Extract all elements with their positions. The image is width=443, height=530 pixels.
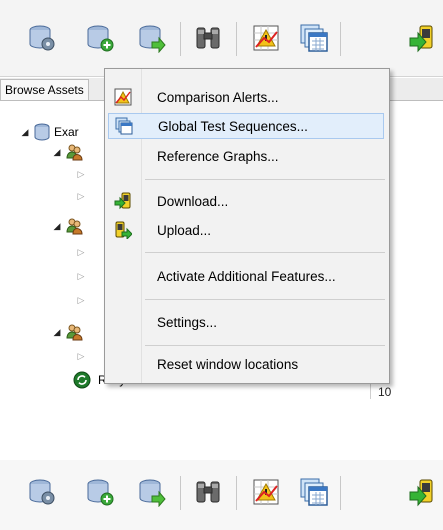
collapse-twisty[interactable]: ▷ [76, 247, 86, 258]
tree-row-child[interactable]: ▷ [76, 347, 86, 365]
tree-row-group[interactable]: ◢ [52, 323, 86, 341]
add-database-button[interactable] [80, 472, 120, 512]
expand-twisty[interactable]: ◢ [52, 221, 62, 232]
toolbar-separator [340, 476, 341, 510]
binoculars-icon [196, 481, 220, 503]
download-button[interactable] [402, 18, 442, 58]
toolbar-separator [236, 476, 237, 510]
expand-twisty[interactable]: ◢ [20, 127, 30, 138]
collapse-twisty[interactable]: ▷ [76, 295, 86, 306]
users-group-icon [66, 324, 83, 341]
main-toolbar-default-state [0, 460, 443, 530]
global-test-sequences-button[interactable] [294, 18, 334, 58]
menu-separator [145, 299, 385, 300]
recycle-bin-icon [73, 371, 91, 389]
find-button[interactable] [188, 18, 228, 58]
comparison-alerts-icon [253, 25, 279, 51]
global-test-sequences-icon [300, 24, 328, 52]
upload-icon [115, 221, 132, 239]
comparison-alerts-icon [114, 88, 132, 106]
download-icon [409, 25, 433, 53]
find-button[interactable] [188, 472, 228, 512]
binoculars-icon [196, 27, 220, 49]
collapse-twisty[interactable]: ▷ [76, 191, 86, 202]
database-settings-button[interactable] [22, 18, 62, 58]
menu-separator [145, 252, 385, 253]
main-toolbar [0, 0, 443, 77]
menu-item-comparison-alerts[interactable]: Comparison Alerts... [108, 84, 384, 110]
expand-twisty[interactable]: ◢ [52, 327, 62, 338]
download-button[interactable] [402, 472, 442, 512]
menu-separator [145, 345, 385, 346]
whitespace-gap [0, 400, 380, 460]
database-export-icon [139, 479, 166, 507]
tools-dropdown-menu: Comparison Alerts... Global Test Sequenc… [104, 68, 390, 384]
toolbar-separator [180, 476, 181, 510]
collapse-twisty[interactable]: ▷ [76, 271, 86, 282]
menu-item-global-test-sequences[interactable]: Global Test Sequences... [108, 113, 384, 139]
tree-row-child[interactable]: ▷ [76, 187, 86, 205]
database-settings-icon [29, 25, 55, 51]
collapse-twisty[interactable]: ▷ [76, 169, 86, 180]
global-test-sequences-icon [300, 478, 328, 506]
export-database-button[interactable] [132, 18, 172, 58]
column-value: 10 [378, 385, 392, 399]
tree-root-label: Exar [54, 125, 79, 139]
database-add-icon [87, 479, 114, 506]
users-group-icon [66, 144, 83, 161]
tree-row-child[interactable]: ▷ [76, 165, 86, 183]
database-add-icon [87, 25, 114, 52]
toolbar-separator [236, 22, 237, 56]
menu-item-activate-features[interactable]: Activate Additional Features... [108, 263, 384, 289]
database-settings-button[interactable] [22, 472, 62, 512]
tree-row-child[interactable]: ▷ [76, 267, 86, 285]
download-icon [409, 479, 433, 507]
menu-separator [145, 179, 385, 180]
database-export-icon [139, 25, 166, 53]
tree-row-group[interactable]: ◢ [52, 143, 86, 161]
export-database-button[interactable] [132, 472, 172, 512]
tree-row-root[interactable]: ◢ Exar [20, 123, 79, 141]
menu-item-reset-window-locations[interactable]: Reset window locations [108, 351, 384, 377]
menu-item-reference-graphs[interactable]: Reference Graphs... [108, 143, 384, 169]
menu-item-upload[interactable]: Upload... [108, 217, 384, 243]
comparison-alerts-icon [253, 479, 279, 505]
tree-row-child[interactable]: ▷ [76, 243, 86, 261]
collapse-twisty[interactable]: ▷ [76, 351, 86, 362]
users-group-icon [66, 218, 83, 235]
database-settings-icon [29, 479, 55, 505]
menu-item-settings[interactable]: Settings... [108, 309, 384, 335]
database-icon [34, 123, 50, 141]
comparison-alerts-button[interactable] [246, 472, 286, 512]
add-database-button[interactable] [80, 18, 120, 58]
tab-browse-assets[interactable]: Browse Assets [0, 79, 89, 100]
comparison-alerts-button[interactable] [246, 18, 286, 58]
toolbar-separator [180, 22, 181, 56]
global-test-sequences-icon [115, 117, 133, 135]
global-test-sequences-button[interactable] [294, 472, 334, 512]
expand-twisty[interactable]: ◢ [52, 147, 62, 158]
tree-row-group[interactable]: ◢ [52, 217, 86, 235]
download-icon [114, 192, 131, 210]
tree-row-child[interactable]: ▷ [76, 291, 86, 309]
menu-item-download[interactable]: Download... [108, 188, 384, 214]
toolbar-separator [340, 22, 341, 56]
